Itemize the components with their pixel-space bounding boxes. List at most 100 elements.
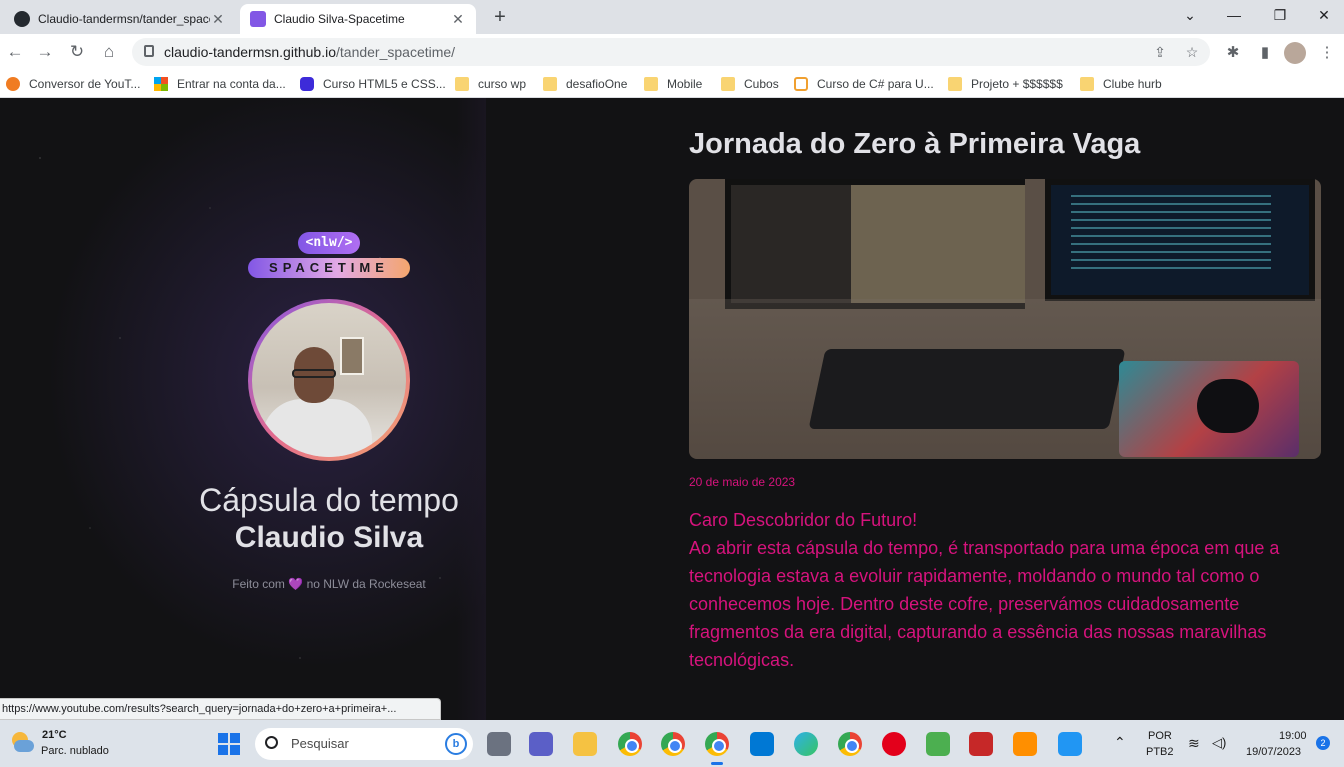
memory-text: Caro Descobridor do Futuro! Ao abrir est… xyxy=(689,506,1329,674)
monitor-left-screen xyxy=(851,185,1025,303)
bookmark-item[interactable]: Curso HTML5 e CSS... xyxy=(300,70,446,98)
url-host: claudio-tandermsn.github.io xyxy=(164,44,336,60)
search-placeholder: Pesquisar xyxy=(291,736,349,751)
chrome-icon[interactable] xyxy=(661,732,685,756)
bookmark-item[interactable]: Conversor de YouT... xyxy=(6,70,140,98)
made-with-footer: Feito com 💜 no NLW da Rockeseat xyxy=(0,577,658,591)
heart-icon: 💜 xyxy=(288,577,304,591)
address-bar[interactable]: claudio-tandermsn.github.io/tander_space… xyxy=(132,38,1210,66)
bookmark-star-icon[interactable]: ☆ xyxy=(1182,42,1202,62)
clock-time[interactable]: 19:00 xyxy=(1279,730,1307,742)
nlw-spacetime-logo: <nlw/> SPACETIME xyxy=(248,232,410,280)
new-tab-button[interactable]: + xyxy=(486,6,514,30)
close-icon[interactable]: ✕ xyxy=(210,11,226,28)
capsule-sidebar: <nlw/> SPACETIME xyxy=(0,98,486,720)
logo-spacetime: SPACETIME xyxy=(248,258,410,278)
close-icon[interactable]: ✕ xyxy=(450,11,466,28)
notepad-icon[interactable] xyxy=(1058,732,1082,756)
task-view-icon[interactable] xyxy=(487,732,511,756)
folder-icon xyxy=(644,77,658,91)
chat-icon[interactable] xyxy=(529,732,553,756)
tab-title: Claudio-tandermsn/tander_spacetime xyxy=(38,12,210,26)
chrome-work-icon[interactable] xyxy=(838,732,862,756)
weather-description[interactable]: Parc. nublado xyxy=(41,745,109,757)
folder-icon xyxy=(455,77,469,91)
opera-icon[interactable] xyxy=(882,732,906,756)
made-with-prefix: Feito com xyxy=(232,577,285,591)
bookmark-label: Curso de C# para U... xyxy=(817,77,934,91)
bookmark-folder[interactable]: Cubos xyxy=(721,70,779,98)
nlw-icon xyxy=(250,11,266,27)
monitor-right-code xyxy=(1071,195,1271,275)
start-button[interactable] xyxy=(218,733,240,755)
keyboard-layout[interactable]: PTB2 xyxy=(1146,746,1174,758)
bookmark-folder[interactable]: Clube hurb xyxy=(1080,70,1162,98)
tab-title: Claudio Silva-Spacetime xyxy=(274,12,405,26)
bing-icon[interactable]: b xyxy=(445,733,467,755)
folder-icon xyxy=(1080,77,1094,91)
keyboard xyxy=(808,349,1126,429)
tab-github-repo[interactable]: Claudio-tandermsn/tander_spacetime ✕ xyxy=(4,4,236,34)
bookmark-item[interactable]: Entrar na conta da... xyxy=(154,70,286,98)
chrome-active-icon[interactable] xyxy=(705,732,729,765)
weather-icon[interactable] xyxy=(10,732,34,754)
folder-icon xyxy=(721,77,735,91)
bookmark-folder[interactable]: Projeto + $$$$$$ xyxy=(948,70,1063,98)
profile-photo xyxy=(248,299,410,461)
weather-temperature[interactable]: 21°C xyxy=(42,729,67,741)
bookmark-item[interactable]: Curso de C# para U... xyxy=(794,70,934,98)
vscode-icon[interactable] xyxy=(750,732,774,756)
memory-cover-image[interactable] xyxy=(689,179,1321,459)
made-with-suffix[interactable]: no NLW da Rockeseat xyxy=(307,577,426,591)
taskbar-search[interactable]: Pesquisar b xyxy=(255,728,473,760)
tab-search-icon[interactable]: ⌄ xyxy=(1170,4,1210,26)
search-icon xyxy=(265,736,278,749)
tray-chevron-icon[interactable]: ⌃ xyxy=(1114,734,1126,751)
restore-button[interactable]: ❐ xyxy=(1260,4,1300,26)
profile-photo-image xyxy=(252,303,406,457)
volume-icon[interactable]: ◁) xyxy=(1212,735,1226,751)
edge-icon[interactable] xyxy=(794,732,818,756)
tab-spacetime[interactable]: Claudio Silva-Spacetime ✕ xyxy=(240,4,476,34)
url-path: /tander_spacetime/ xyxy=(336,44,456,60)
back-icon[interactable]: ← xyxy=(2,40,28,64)
bookmark-label: curso wp xyxy=(478,77,527,91)
bookmark-folder[interactable]: desafioOne xyxy=(543,70,627,98)
photo-person-body xyxy=(262,399,372,457)
file-explorer-icon[interactable] xyxy=(573,732,597,756)
bookmark-folder[interactable]: curso wp xyxy=(455,70,526,98)
reload-icon[interactable]: ↻ xyxy=(64,40,90,64)
bookmark-folder[interactable]: Mobile xyxy=(644,70,702,98)
language-code[interactable]: POR xyxy=(1148,730,1172,742)
extensions-icon[interactable]: ✱ xyxy=(1222,42,1244,64)
close-window-button[interactable]: ✕ xyxy=(1304,4,1344,26)
stars-background xyxy=(0,98,486,720)
side-panel-icon[interactable]: ▮ xyxy=(1254,42,1276,64)
bookmark-label: Conversor de YouT... xyxy=(29,77,141,91)
forward-icon[interactable]: → xyxy=(32,40,58,64)
minimize-button[interactable]: — xyxy=(1214,4,1254,26)
home-icon[interactable]: ⌂ xyxy=(96,40,122,64)
lock-icon[interactable] xyxy=(144,45,154,57)
profile-avatar[interactable] xyxy=(1284,42,1306,64)
status-bar-url: https://www.youtube.com/results?search_q… xyxy=(0,698,441,720)
memory-title[interactable]: Jornada do Zero à Primeira Vaga xyxy=(689,126,1140,162)
clock-date[interactable]: 19/07/2023 xyxy=(1246,746,1301,758)
share-icon[interactable]: ⇪ xyxy=(1150,42,1170,62)
url-text: claudio-tandermsn.github.io/tander_space… xyxy=(164,38,455,66)
spreadsheet-icon[interactable] xyxy=(926,732,950,756)
wall-picture xyxy=(340,337,364,375)
sublime-text-icon[interactable] xyxy=(1013,732,1037,756)
blur-divider xyxy=(456,98,486,720)
notification-badge[interactable]: 2 xyxy=(1316,736,1330,750)
wifi-icon[interactable]: ≋ xyxy=(1188,735,1200,752)
tab-strip: Claudio-tandermsn/tander_spacetime ✕ Cla… xyxy=(0,0,1344,34)
chrome-profile-icon[interactable] xyxy=(618,732,642,756)
menu-icon[interactable]: ⋮ xyxy=(1316,42,1338,64)
memory-date: 20 de maio de 2023 xyxy=(689,475,796,489)
snipping-tool-icon[interactable] xyxy=(969,732,993,756)
mouse xyxy=(1197,379,1259,433)
bookmark-label: Clube hurb xyxy=(1103,77,1162,91)
bookmark-site-icon xyxy=(6,77,20,91)
bookmark-label: Curso HTML5 e CSS... xyxy=(323,77,446,91)
